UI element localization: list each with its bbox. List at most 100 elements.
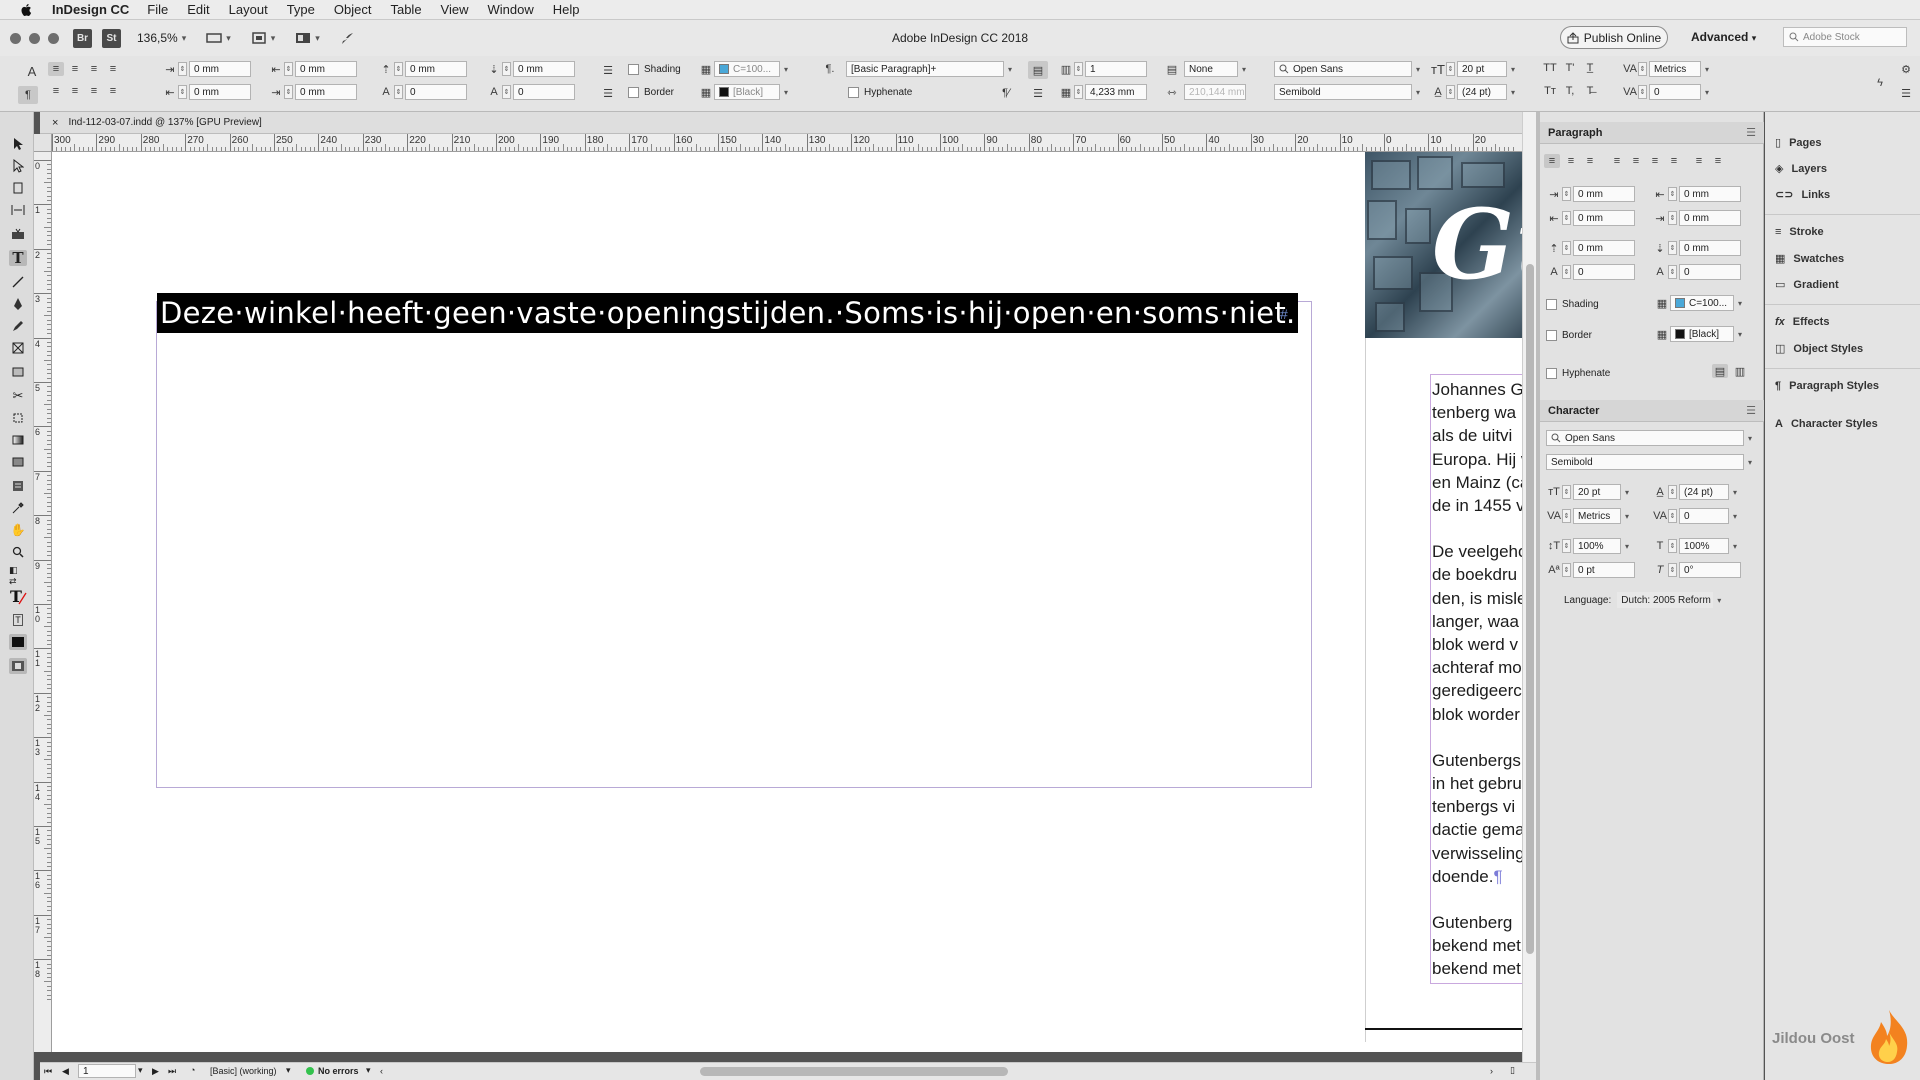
right-indent-stepper[interactable]: ⇕ [284,62,293,76]
panel-menu-icon[interactable]: ☰ [1746,404,1756,417]
bullets-icon[interactable]: ☰ [600,63,616,77]
leading-field[interactable]: (24 pt) [1679,484,1729,500]
character-panel-header[interactable]: Character ☰ [1540,400,1764,422]
formatting-affects-text-icon[interactable]: T [9,587,27,605]
default-fill-stroke-icon[interactable]: ◧ ⇄ [9,565,27,586]
border-color-select[interactable]: [Black] [714,84,780,100]
shading-checkbox[interactable] [1546,299,1557,310]
chevron-down-icon[interactable]: ▾ [1729,488,1741,497]
align-right-icon[interactable]: ≡ [86,62,102,76]
border-checkbox[interactable] [628,87,639,98]
align-left-icon[interactable]: ≡ [48,62,64,76]
right-indent-field[interactable]: 0 mm [1679,186,1741,202]
arrange-documents-icon[interactable] [293,30,313,46]
container-text-toggle-icon[interactable]: T [9,612,27,628]
paragraph-panel-header[interactable]: Paragraph ☰ [1540,122,1764,144]
shading-settings-icon[interactable]: ▦ [1654,296,1670,310]
scroll-right-icon[interactable]: › [1490,1066,1493,1076]
subscript-icon[interactable]: T, [1562,84,1578,98]
chevron-down-icon[interactable]: ▾ [1621,512,1633,521]
lightning-icon[interactable]: ϟ [1872,76,1888,90]
next-page-icon[interactable]: ▶ [152,1066,159,1077]
dock-paragraph-styles[interactable]: ¶ Paragraph Styles [1775,380,1879,392]
vertical-ruler[interactable]: 0 1 2 3 4 5 6 7 8 9 10 11 12 13 14 15 16 17 18 [34,152,52,1052]
screen-mode-icon[interactable] [249,30,269,46]
vertical-scroll-thumb[interactable] [1526,264,1534,954]
dropcap-chars-field[interactable]: 0 [1679,264,1741,280]
dock-pages[interactable]: ▯ Pages [1775,136,1821,150]
dock-object-styles[interactable]: ◫ Object Styles [1775,342,1863,356]
left-indent-field[interactable]: 0 mm [189,61,251,77]
menu-file[interactable]: File [147,2,168,17]
apply-color-icon[interactable] [9,634,27,650]
border-color-select[interactable]: [Black] [1670,326,1734,342]
justify-left-icon[interactable]: ≡ [1609,154,1625,168]
space-before-stepper[interactable]: ⇕ [1562,241,1571,255]
dock-character-styles[interactable]: A Character Styles [1775,418,1878,430]
first-line-indent-field[interactable]: 0 mm [189,84,251,100]
chevron-down-icon[interactable]: ▾ [1412,65,1424,74]
left-indent-stepper[interactable]: ⇕ [178,62,187,76]
ruler-origin[interactable] [34,134,52,152]
eyedropper-tool-icon[interactable] [9,500,27,516]
kerning-stepper[interactable]: ⇕ [1562,509,1571,523]
last-line-indent-field[interactable]: 0 mm [1679,210,1741,226]
border-checkbox[interactable] [1546,330,1557,341]
kerning-stepper[interactable]: ⇕ [1638,62,1647,76]
previous-page-icon[interactable]: ◀ [62,1066,69,1077]
menu-object[interactable]: Object [334,2,372,17]
space-before-field[interactable]: 0 mm [405,61,467,77]
align-to-grid-icon[interactable]: ▤ [1712,364,1728,378]
chevron-down-icon[interactable]: ▾ [1744,458,1756,467]
paragraph-formatting-mode-icon[interactable]: ¶ [18,86,38,104]
shading-color-select[interactable]: C=100... [714,61,780,77]
chevron-down-icon[interactable]: ▾ [138,1065,143,1076]
font-family-select[interactable]: Open Sans [1274,61,1412,77]
justify-left-icon[interactable]: ≡ [48,84,64,98]
dropcap-lines-stepper[interactable]: ⇕ [394,85,403,99]
dock-layers[interactable]: ◈ Layers [1775,162,1827,176]
small-caps-icon[interactable]: Tт [1542,84,1558,98]
language-select[interactable]: Dutch: 2005 Reform [1617,592,1714,608]
view-options-icon[interactable] [204,30,224,46]
hyphenate-toggle[interactable]: Hyphenate [848,87,912,98]
content-collector-icon[interactable] [9,226,27,242]
vertical-scale-field[interactable]: 100% [1573,538,1621,554]
adobe-stock-search[interactable]: Adobe Stock [1783,27,1907,47]
dock-gradient[interactable]: ▭ Gradient [1775,278,1839,292]
paragraph-style-select[interactable]: [Basic Paragraph]+ [846,61,1004,77]
justify-center-icon[interactable]: ≡ [1628,154,1644,168]
last-line-indent-stepper[interactable]: ⇕ [284,85,293,99]
dropcap-lines-field[interactable]: 0 [1573,264,1635,280]
tracking-field[interactable]: 0 [1679,508,1729,524]
hyphenate-toggle[interactable]: Hyphenate [1546,368,1610,379]
gear-icon[interactable]: ⚙ [1898,62,1914,76]
zoom-tool-icon[interactable] [9,544,27,560]
horizontal-scale-field[interactable]: 100% [1679,538,1729,554]
gradient-feather-tool-icon[interactable] [9,454,27,470]
zoom-level[interactable]: 136,5% [137,31,178,45]
vertical-scrollbar[interactable] [1522,112,1536,1072]
shading-settings-icon[interactable]: ▦ [698,62,714,76]
chevron-down-icon[interactable]: ▾ [1004,65,1016,74]
note-tool-icon[interactable] [9,478,27,494]
minimize-window-button[interactable] [29,32,40,44]
do-not-align-grid-icon[interactable]: ☰ [1030,86,1046,100]
horizontal-scroll-thumb[interactable] [700,1067,1008,1076]
chevron-down-icon[interactable]: ▾ [1621,488,1633,497]
menu-table[interactable]: Table [390,2,421,17]
scissors-tool-icon[interactable]: ✂ [9,388,27,404]
bridge-button[interactable]: Br [73,28,92,48]
text-frame[interactable] [156,301,1312,788]
preflight-profile-icon[interactable]: ◔ [190,1065,195,1075]
align-left-icon[interactable]: ≡ [1544,154,1560,168]
document-canvas[interactable]: Deze·winkel·heeft·geen·vaste·openingstij… [52,152,1522,1052]
rectangle-frame-tool-icon[interactable] [9,340,27,356]
panel-menu-icon[interactable]: ☰ [1898,86,1914,100]
space-after-field[interactable]: 0 mm [1679,240,1741,256]
font-style-select[interactable]: Semibold [1274,84,1412,100]
right-indent-field[interactable]: 0 mm [295,61,357,77]
dock-effects[interactable]: fx Effects [1775,316,1829,328]
chevron-down-icon[interactable]: ▾ [1734,330,1746,339]
columns-stepper[interactable]: ⇕ [1074,62,1083,76]
